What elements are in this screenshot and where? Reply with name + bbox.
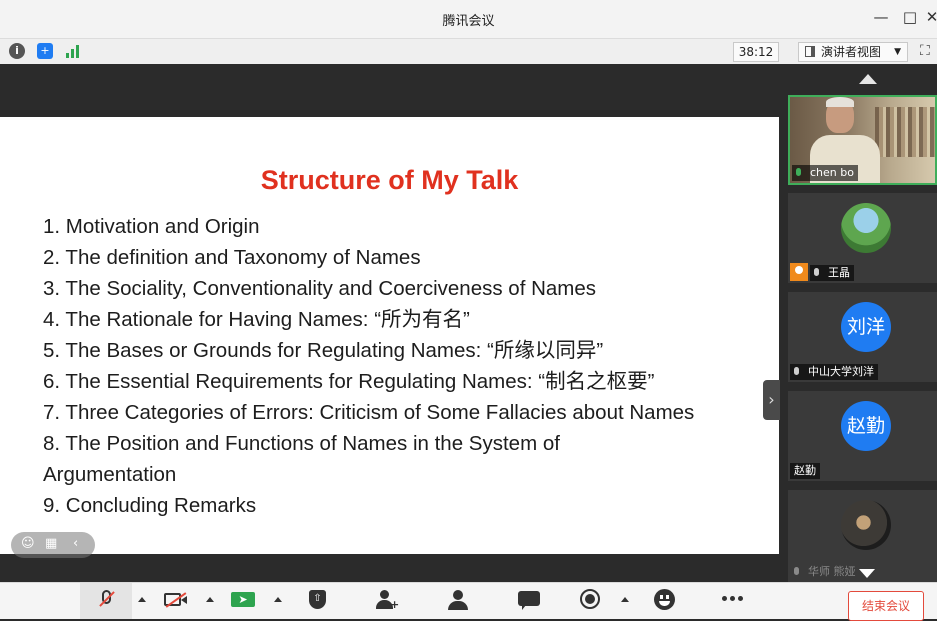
camera-off-icon[interactable]	[164, 589, 188, 611]
chat-icon[interactable]: ▦	[45, 536, 57, 551]
outline-item: 6. The Essential Requirements for Regula…	[43, 370, 655, 393]
maximize-icon[interactable]: □	[900, 8, 920, 26]
record-icon[interactable]	[579, 589, 603, 611]
avatar	[841, 500, 891, 550]
outline-item: 5. The Bases or Grounds for Regulating N…	[43, 339, 604, 362]
outline-item: 8. The Position and Functions of Names i…	[43, 432, 560, 486]
microphone-muted-icon	[794, 567, 799, 575]
security-icon[interactable]: ⇧	[306, 589, 330, 611]
outline-item: 2. The definition and Taxonomy of Names	[43, 246, 421, 269]
chat-icon[interactable]	[517, 589, 541, 611]
layout-icon	[805, 46, 815, 57]
scroll-up-icon[interactable]	[859, 74, 877, 84]
shield-icon[interactable]: +	[37, 43, 53, 59]
participant-tile[interactable]: 王晶	[788, 193, 937, 283]
members-icon[interactable]	[446, 589, 470, 611]
participant-tile[interactable]: 赵勤 赵勤	[788, 391, 937, 481]
view-mode-select[interactable]: 演讲者视图 ▼	[798, 42, 908, 62]
participant-name: 王晶	[828, 266, 850, 279]
participant-name-tag: 华师 熊娅	[790, 564, 860, 580]
outline-item: 1. Motivation and Origin	[43, 215, 260, 238]
chevron-up-icon[interactable]	[206, 597, 214, 602]
participant-tile[interactable]: 刘洋 中山大学刘洋	[788, 292, 937, 382]
participant-name: 赵勤	[794, 464, 816, 477]
minimize-icon[interactable]: —	[871, 8, 891, 26]
participant-name: chen bo	[810, 166, 854, 179]
participant-name: 华师 熊娅	[808, 565, 856, 578]
microphone-muted-icon[interactable]	[95, 589, 119, 611]
meeting-control-bar: ➤ ⇧ + 结束会议	[0, 582, 937, 621]
participant-name-tag: chen bo	[792, 165, 858, 181]
view-mode-label: 演讲者视图	[821, 45, 882, 59]
microphone-muted-icon	[794, 367, 799, 375]
meeting-timer: 38:12	[733, 42, 779, 62]
host-icon	[790, 263, 808, 281]
info-icon[interactable]: i	[9, 43, 25, 59]
more-icon[interactable]	[721, 589, 745, 611]
fullscreen-icon[interactable]: ⛶	[920, 43, 936, 59]
outline-item: 9. Concluding Remarks	[43, 494, 257, 517]
window-titlebar: 腾讯会议 — □ ✕	[0, 0, 937, 38]
avatar: 赵勤	[841, 401, 891, 451]
slide-title: Structure of My Talk	[260, 165, 519, 195]
chevron-down-icon: ▼	[894, 47, 901, 57]
participant-name-tag: 王晶	[810, 265, 854, 281]
outline-item: 4. The Rationale for Having Names: “所为有名…	[43, 308, 470, 331]
avatar: 刘洋	[841, 302, 891, 352]
annotation-pill[interactable]: ☺ ▦ ‹	[11, 532, 95, 558]
chevron-up-icon[interactable]	[274, 597, 282, 602]
avatar	[841, 203, 891, 253]
participant-name: 中山大学刘洋	[808, 365, 874, 378]
chevron-up-icon[interactable]	[621, 597, 629, 602]
participant-tile[interactable]: chen bo	[788, 95, 937, 185]
presentation-slide: Structure of My Talk 1. Motivation and O…	[0, 117, 779, 554]
participant-name-tag: 中山大学刘洋	[790, 364, 878, 380]
outline-item: 3. The Sociality, Conventionality and Co…	[43, 277, 597, 300]
participant-sidebar: chen bo 王晶 刘洋 中山大学刘洋 赵勤 赵勤 华师 熊娅	[780, 64, 937, 582]
meeting-toolstrip: i + 38:12 演讲者视图 ▼ ⛶	[0, 38, 937, 66]
slide-outline: 1. Motivation and Origin 2. The definiti…	[43, 211, 743, 521]
share-screen-icon[interactable]: ➤	[231, 589, 255, 611]
emoji-icon[interactable]	[653, 589, 677, 611]
signal-icon[interactable]	[65, 44, 81, 58]
collapse-sidebar-button[interactable]: ›	[763, 380, 780, 420]
participant-name-tag: 赵勤	[790, 463, 820, 479]
chevron-left-icon[interactable]: ‹	[73, 536, 78, 551]
emoji-icon[interactable]: ☺	[21, 536, 35, 551]
close-icon[interactable]: ✕	[922, 8, 937, 26]
scroll-down-icon[interactable]	[859, 569, 875, 578]
shared-screen: Structure of My Talk 1. Motivation and O…	[0, 64, 780, 582]
microphone-muted-icon	[814, 268, 819, 276]
chevron-up-icon[interactable]	[138, 597, 146, 602]
end-meeting-button[interactable]: 结束会议	[848, 591, 924, 621]
invite-user-icon[interactable]: +	[375, 589, 399, 611]
window-title: 腾讯会议	[442, 14, 495, 29]
outline-item: 7. Three Categories of Errors: Criticism…	[43, 401, 695, 424]
microphone-icon	[796, 168, 801, 176]
